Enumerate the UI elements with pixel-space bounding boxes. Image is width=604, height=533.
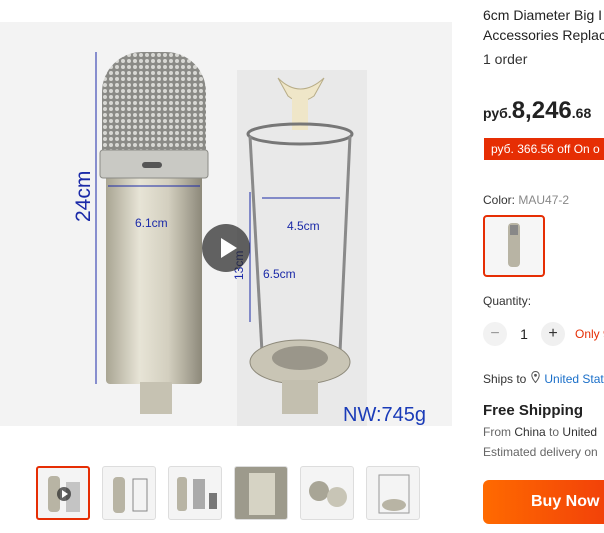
product-title[interactable]: 6cm Diameter Big I Accessories Replac — [483, 5, 604, 45]
main-product-image[interactable]: 24cm 6.1cm 4.5cm 6.5cm 13cm — [0, 22, 452, 426]
thumbnail-image — [378, 474, 410, 514]
video-play-button[interactable] — [202, 224, 250, 272]
thumbnail-4[interactable] — [234, 466, 288, 520]
color-label-text: Color: — [483, 193, 516, 207]
ships-to-row: Ships to United Stat — [483, 370, 604, 386]
quantity-value[interactable]: 1 — [507, 326, 541, 342]
ships-to-label: Ships to — [483, 371, 527, 386]
discount-badge[interactable]: руб. 366.56 off On o — [484, 138, 604, 160]
price-integer: 8,246 — [511, 97, 572, 124]
product-title-line-2: Accessories Replac — [483, 27, 604, 43]
stock-note: Only 9 — [575, 327, 604, 341]
price-decimal: .68 — [571, 105, 592, 121]
dimension-outer-label: 6.5cm — [263, 267, 296, 281]
thumbnail-1[interactable] — [36, 466, 90, 520]
thumbnail-strip — [36, 466, 420, 520]
color-label: Color: MAU47-2 — [483, 193, 569, 207]
to-label: to — [549, 425, 560, 439]
thumbnail-image — [113, 477, 148, 513]
thumbnail-image — [177, 477, 217, 511]
thumbnail-2[interactable] — [102, 466, 156, 520]
dimension-height-label: 24cm — [72, 170, 95, 222]
to-country: United — [562, 425, 598, 439]
play-icon — [220, 238, 237, 258]
color-swatch-selected[interactable] — [483, 215, 545, 277]
thumbnail-3[interactable] — [168, 466, 222, 520]
product-gallery: 24cm 6.1cm 4.5cm 6.5cm 13cm NW:745g — [0, 0, 452, 533]
thumbnail-6[interactable] — [366, 466, 420, 520]
swatch-image — [508, 223, 520, 267]
price: руб.8,246.68 — [483, 97, 591, 125]
quantity-decrease-button[interactable]: − — [483, 322, 507, 346]
location-pin-icon — [531, 370, 541, 386]
color-value: MAU47-2 — [518, 193, 570, 207]
thumbnail-5[interactable] — [300, 466, 354, 520]
quantity-increase-button[interactable]: + — [541, 322, 565, 346]
order-count: 1 order — [483, 51, 528, 67]
price-currency: руб. — [483, 105, 512, 121]
buy-now-button[interactable]: Buy Now — [483, 480, 604, 524]
estimated-delivery: Estimated delivery on — [483, 445, 598, 459]
product-info-panel: 6cm Diameter Big I Accessories Replac 1 … — [483, 0, 604, 533]
shipping-destination-link[interactable]: United Stat — [544, 372, 603, 386]
product-title-line-1: 6cm Diameter Big I — [483, 7, 603, 23]
thumbnail-image — [309, 481, 347, 507]
quantity-stepper: − 1 + Only 9 — [483, 322, 604, 346]
quantity-label: Quantity: — [483, 294, 532, 308]
dimension-diameter-label: 6.1cm — [135, 216, 168, 230]
from-label: From — [483, 425, 511, 439]
dimension-inner-width-label: 4.5cm — [287, 219, 320, 233]
shipping-route: From China to United — [483, 425, 597, 439]
free-shipping-title: Free Shipping — [483, 402, 584, 419]
net-weight-label: NW:745g — [343, 404, 427, 426]
from-country: China — [514, 425, 546, 439]
thumbnail-image — [48, 476, 80, 512]
thumbnail-image — [235, 467, 287, 519]
